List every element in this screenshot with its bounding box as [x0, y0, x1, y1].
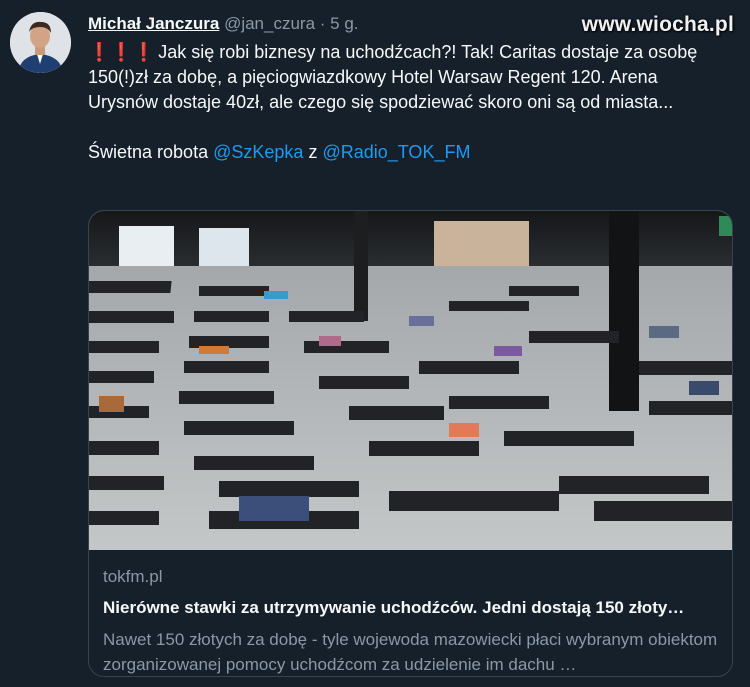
avatar-portrait: [10, 12, 71, 73]
author-name[interactable]: Michał Janczura: [88, 14, 219, 33]
mention-radio-tokfm[interactable]: @Radio_TOK_FM: [322, 142, 470, 162]
author-handle[interactable]: @jan_czura: [224, 14, 315, 33]
tweet-body: ❗❗❗ Jak się robi biznesy na uchodźcach?! …: [88, 40, 708, 165]
separator-dot: ·: [319, 14, 326, 33]
link-preview-card[interactable]: tokfm.pl Nierówne stawki za utrzymywanie…: [88, 210, 733, 677]
tweet-timestamp[interactable]: 5 g.: [330, 14, 358, 33]
mention-szkepka[interactable]: @SzKepka: [213, 142, 303, 162]
tweet-paragraph-1: ❗❗❗ Jak się robi biznesy na uchodźcach?! …: [88, 40, 708, 115]
tweet-text-main: Jak się robi biznesy na uchodźcach?! Tak…: [88, 42, 698, 112]
tweet-text-connector: z: [308, 142, 318, 162]
tweet-header: Michał Janczura @jan_czura · 5 g.: [88, 13, 359, 35]
article-photo[interactable]: [89, 211, 733, 550]
tweet-text-prefix: Świetna robota: [88, 142, 209, 162]
card-title[interactable]: Nierówne stawki za utrzymywanie uchodźcó…: [103, 598, 718, 618]
site-watermark: www.wiocha.pl: [581, 13, 734, 36]
card-description: Nawet 150 złotych za dobę - tyle wojewod…: [103, 630, 718, 674]
author-avatar[interactable]: [10, 12, 71, 73]
card-domain: tokfm.pl: [103, 567, 163, 586]
tweet-paragraph-2: Świetna robota @SzKepka z @Radio_TOK_FM: [88, 140, 708, 165]
exclamation-icons: ❗❗❗: [88, 42, 156, 62]
